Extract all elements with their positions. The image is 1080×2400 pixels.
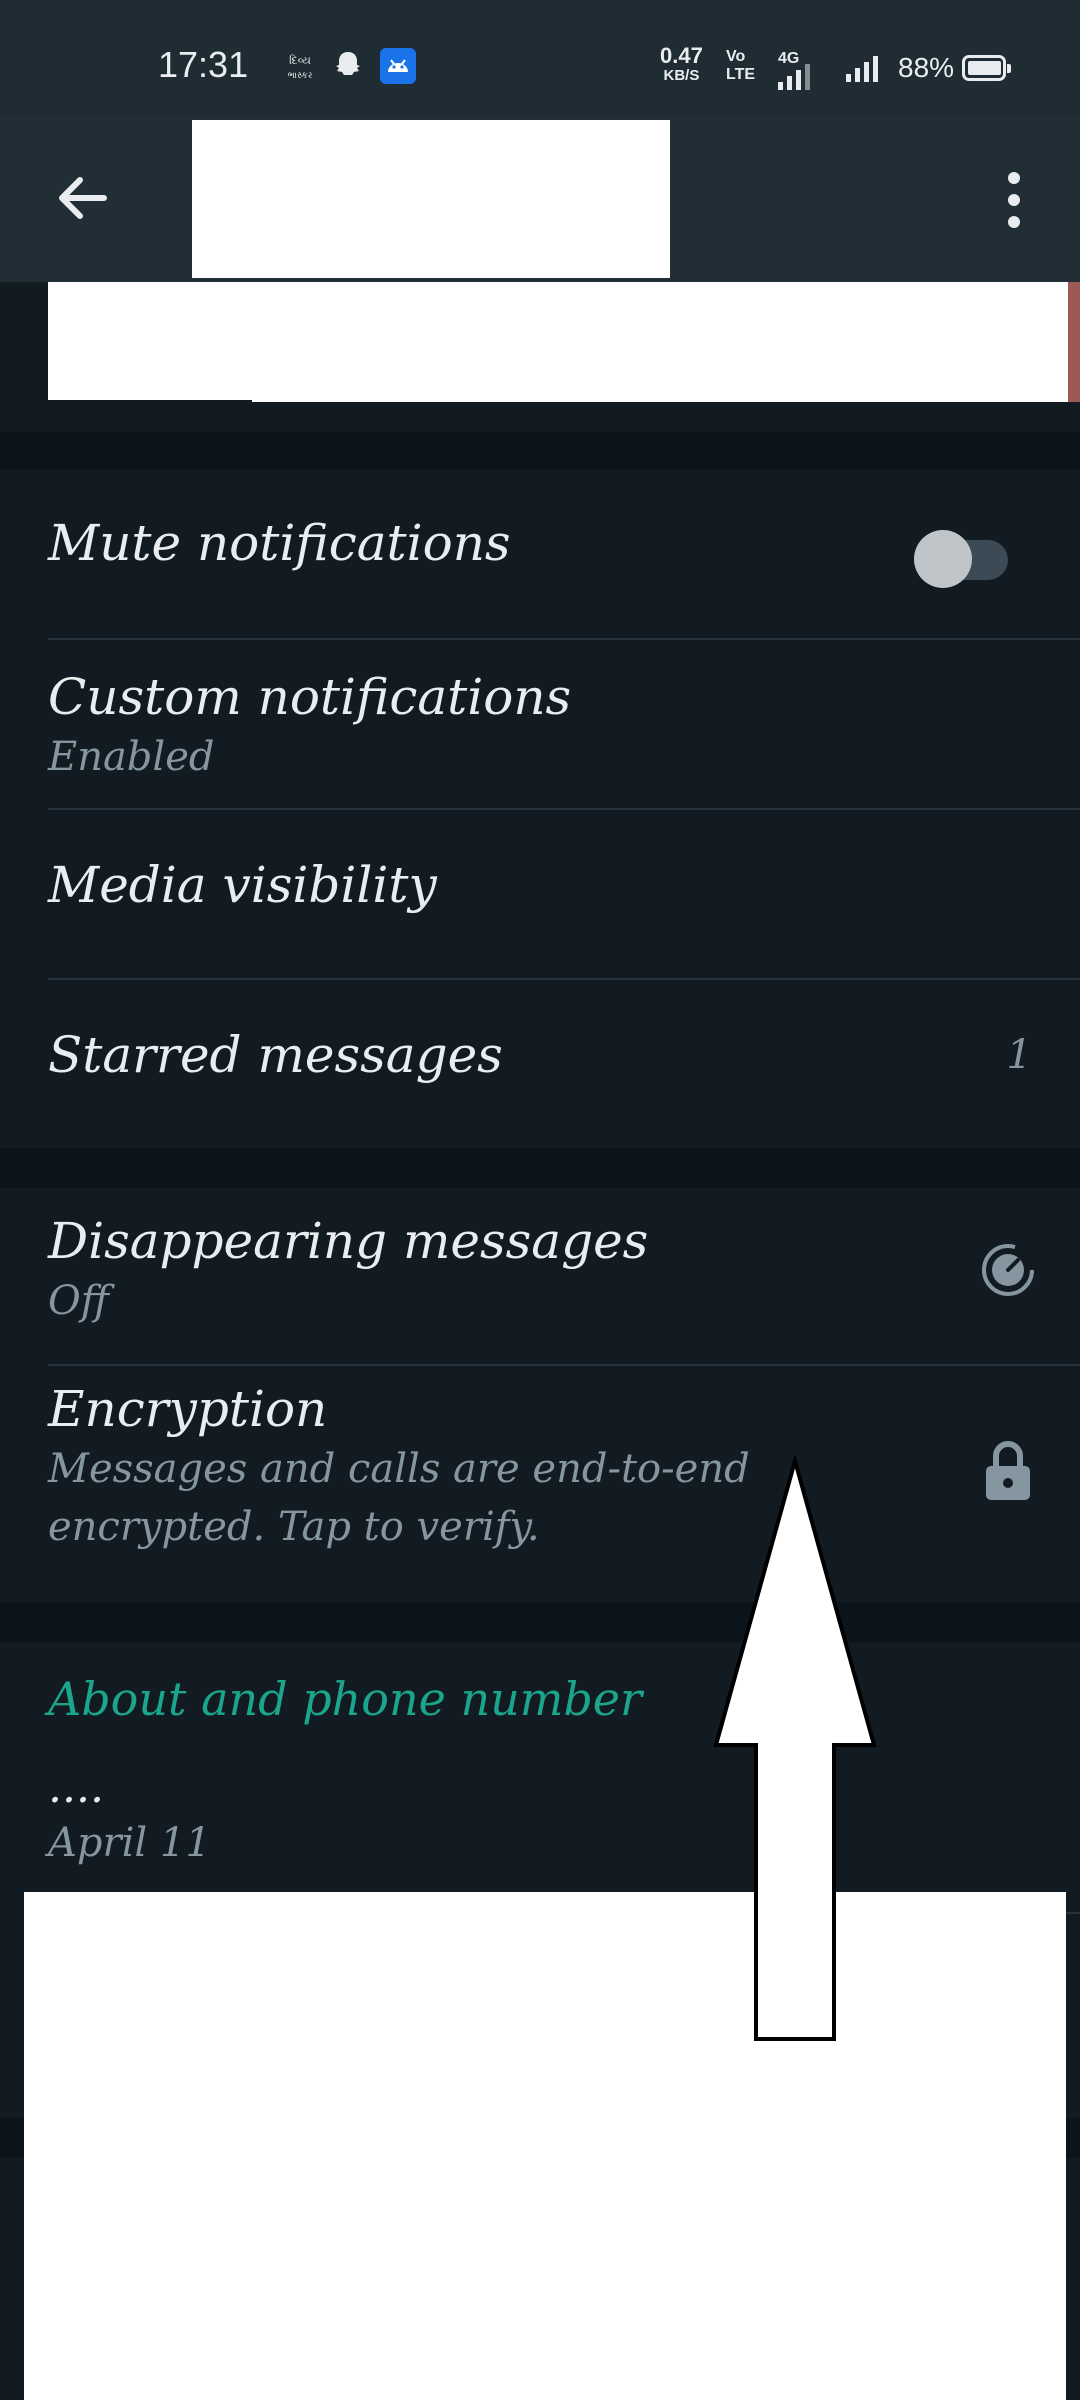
snapchat-icon [330,48,366,84]
gujarati-news-icon: દિવ્ય ભાસ્કર [282,48,318,84]
mute-notifications-row[interactable]: Mute notifications [0,470,1080,638]
media-visibility-label: Media visibility [48,856,437,914]
svg-text:ભાસ્કર: ભાસ્કર [288,71,313,81]
net-speed-value: 0.47 [660,43,703,68]
signal-icon-2 [846,54,878,82]
section-gap [0,1148,1080,1188]
svg-text:દિવ્ય: દિવ્ય [289,54,311,67]
custom-notifications-value: Enabled [48,734,215,780]
notifications-section: Mute notifications Custom notifications … [0,470,1080,1148]
encryption-label: Encryption [48,1380,328,1438]
timer-icon [978,1240,1038,1304]
encryption-line-2: encrypted. Tap to verify. [48,1504,540,1550]
status-time: 17:31 [158,44,249,85]
net-speed-unit: KB/S [663,67,700,84]
mute-toggle[interactable] [914,522,1010,588]
lock-icon [984,1440,1032,1506]
battery-icon [962,55,1011,81]
disappearing-messages-row[interactable]: Disappearing messages Off [0,1188,1080,1364]
disappearing-messages-value: Off [48,1278,110,1324]
about-heading: About and phone number [48,1672,642,1726]
profile-photo-edge [1068,282,1080,402]
about-status: .... [48,1762,104,1813]
disappearing-messages-label: Disappearing messages [48,1212,649,1270]
arrow-left-icon[interactable] [52,168,112,228]
toggle-thumb [914,530,972,588]
starred-count: 1 [1006,1032,1032,1078]
swipe-up-arrow-icon [713,1455,877,2041]
profile-actions-strip [0,282,1080,432]
more-vert-icon[interactable] [1000,170,1028,230]
about-date: April 11 [48,1820,211,1866]
starred-messages-row[interactable]: Starred messages 1 [0,980,1080,1148]
signal-icon-1 [778,62,810,90]
status-bar: 17:31 દિવ્ય ભાસ્કર 0.47 KB/S Vo LTE 4G 88… [0,0,1080,116]
custom-notifications-row[interactable]: Custom notifications Enabled [0,640,1080,808]
battery-percent: 88% [898,52,955,83]
contact-name-redacted [192,120,670,278]
mute-notifications-label: Mute notifications [48,514,511,572]
phone-info-redacted [24,1892,1066,2400]
custom-notifications-label: Custom notifications [48,668,572,726]
net-speed: 0.47 KB/S [660,43,703,86]
section-gap [0,432,1080,470]
section-gap [0,1602,1080,1642]
android-icon [380,48,416,84]
media-visibility-row[interactable]: Media visibility [0,810,1080,978]
app-bar [0,116,1080,282]
encryption-row[interactable]: Encryption Messages and calls are end-to… [0,1366,1080,1602]
profile-redacted-left [48,282,254,400]
starred-messages-label: Starred messages [48,1026,503,1084]
volte-indicator: Vo LTE [726,48,756,83]
privacy-section: Disappearing messages Off Encryption Mes… [0,1188,1080,1602]
profile-redacted-right [252,282,1068,402]
encryption-line-1: Messages and calls are end-to-end [48,1446,750,1492]
